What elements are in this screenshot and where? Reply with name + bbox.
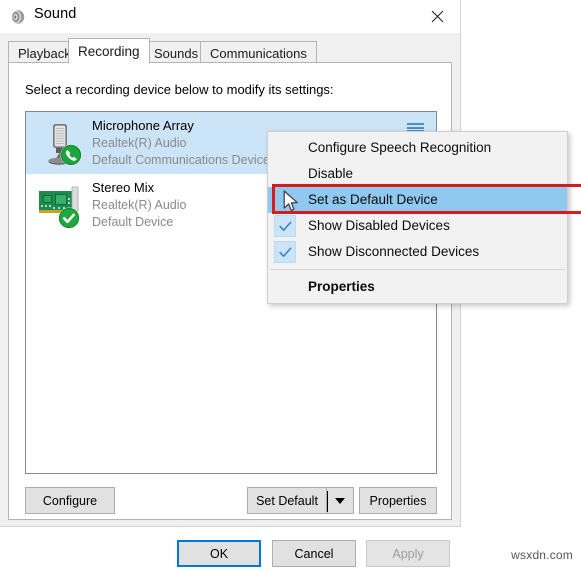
watermark: wsxdn.com xyxy=(511,548,573,562)
cancel-button[interactable]: Cancel xyxy=(272,540,356,567)
menu-item-show-disconnected-devices[interactable]: Show Disconnected Devices xyxy=(268,239,567,265)
menu-separator xyxy=(270,269,565,270)
check-icon xyxy=(274,241,296,263)
check-icon xyxy=(274,215,296,237)
menu-item-configure-speech-recognition[interactable]: Configure Speech Recognition xyxy=(268,135,567,161)
menu-item-properties[interactable]: Properties xyxy=(268,274,567,300)
context-menu: Configure Speech Recognition Disable Set… xyxy=(267,131,568,304)
ok-button[interactable]: OK xyxy=(177,540,261,567)
menu-item-label: Show Disabled Devices xyxy=(308,218,450,233)
tab-recording[interactable]: Recording xyxy=(68,38,150,64)
menu-item-set-as-default-device[interactable]: Set as Default Device xyxy=(268,187,567,213)
screenshot-root: Sound Playback Recording Sounds Communic… xyxy=(0,0,581,571)
menu-item-label: Show Disconnected Devices xyxy=(308,244,480,259)
apply-button[interactable]: Apply xyxy=(366,540,450,567)
menu-item-show-disabled-devices[interactable]: Show Disabled Devices xyxy=(268,213,567,239)
menu-item-disable[interactable]: Disable xyxy=(268,161,567,187)
